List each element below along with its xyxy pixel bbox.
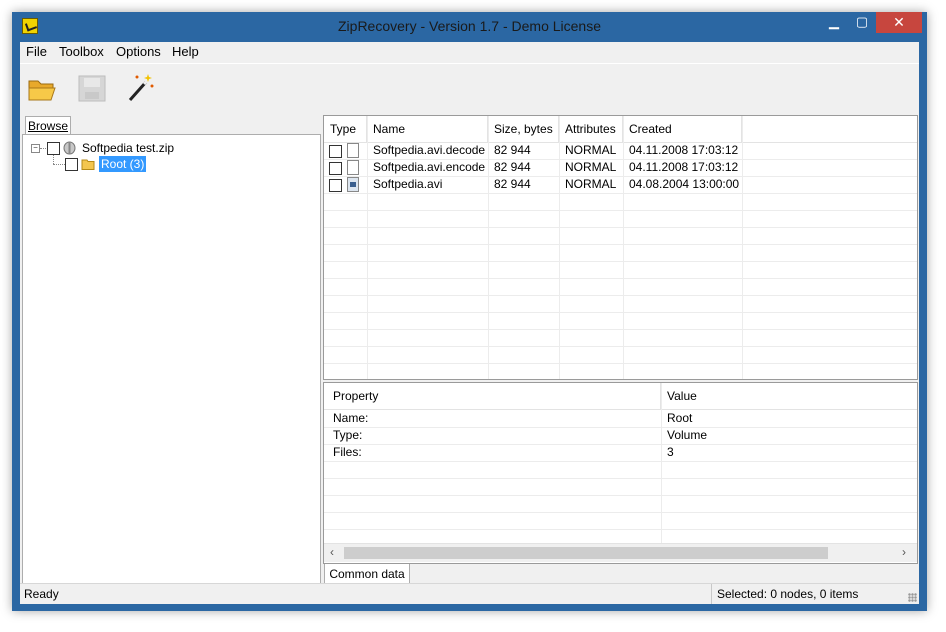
menu-options[interactable]: Options: [116, 44, 161, 59]
save-icon: [78, 75, 106, 102]
file-name: Softpedia.avi: [373, 177, 443, 191]
menu-toolbox[interactable]: Toolbox: [59, 44, 104, 59]
property-value: Root: [667, 411, 693, 425]
browse-pane: Browse − Softpedia test.zip Root (3): [22, 115, 321, 584]
empty-row: [324, 495, 917, 513]
file-attributes: NORMAL: [565, 160, 617, 174]
empty-row: [324, 329, 917, 347]
window-title: ZipRecovery - Version 1.7 - Demo License: [338, 18, 601, 34]
selection-status: Selected: 0 nodes, 0 items: [711, 584, 919, 604]
wizard-button[interactable]: [124, 72, 156, 104]
tab-browse[interactable]: Browse: [25, 116, 71, 135]
status-bar: Ready Selected: 0 nodes, 0 items: [20, 583, 919, 604]
empty-row: [324, 478, 917, 496]
row-checkbox[interactable]: [329, 179, 342, 192]
horizontal-scrollbar[interactable]: ‹ ›: [324, 543, 917, 562]
magic-wand-icon: [128, 74, 154, 101]
column-property[interactable]: Property: [327, 383, 661, 409]
app-window: ZipRecovery - Version 1.7 - Demo License…: [12, 12, 927, 611]
client-area: File Toolbox Options Help Browse − Softp…: [20, 42, 919, 604]
empty-row: [324, 312, 917, 330]
menu-bar: File Toolbox Options Help: [20, 42, 919, 62]
tree-connector: [53, 155, 54, 164]
file-created: 04.11.2008 17:03:12: [629, 143, 739, 157]
property-value: Volume: [667, 428, 708, 442]
empty-row: [324, 461, 917, 479]
file-attributes: NORMAL: [565, 177, 617, 191]
file-created: 04.11.2008 17:03:12: [629, 160, 739, 174]
row-checkbox[interactable]: [329, 145, 342, 158]
title-bar[interactable]: ZipRecovery - Version 1.7 - Demo License…: [12, 12, 927, 42]
toolbar: [20, 63, 919, 112]
open-button[interactable]: [26, 72, 58, 104]
file-row[interactable]: Softpedia.avi 82 944 NORMAL 04.08.2004 1…: [324, 176, 917, 194]
file-row[interactable]: Softpedia.avi.decode 82 944 NORMAL 04.11…: [324, 142, 917, 160]
property-name: Type:: [333, 428, 363, 442]
folder-icon: [81, 159, 95, 170]
file-list-header: Type Name Size, bytes Attributes Created: [324, 116, 917, 143]
content-pane: Type Name Size, bytes Attributes Created…: [323, 115, 918, 585]
empty-row: [324, 244, 917, 262]
video-file-icon: [347, 177, 359, 192]
minimize-button[interactable]: ▁: [820, 12, 848, 33]
file-name: Softpedia.avi.decode: [373, 143, 486, 157]
property-value: 3: [667, 445, 674, 459]
scroll-thumb[interactable]: [344, 547, 828, 559]
empty-row: [324, 512, 917, 530]
column-attributes[interactable]: Attributes: [559, 116, 623, 142]
column-created[interactable]: Created: [623, 116, 742, 142]
tree-connector: [40, 148, 46, 149]
scroll-right-arrow[interactable]: ›: [902, 545, 906, 559]
file-created: 04.08.2004 13:00:00: [629, 177, 740, 191]
menu-file[interactable]: File: [26, 44, 47, 59]
row-checkbox[interactable]: [329, 162, 342, 175]
empty-row: [324, 210, 917, 228]
property-row: Type: Volume: [324, 427, 917, 445]
open-folder-icon: [28, 80, 56, 101]
file-attributes: NORMAL: [565, 143, 617, 157]
tree-connector: [53, 164, 65, 165]
property-row: Name: Root: [324, 410, 917, 428]
tree-node-label: Root (3): [99, 156, 147, 172]
empty-row: [324, 363, 917, 379]
zip-archive-icon: [63, 141, 76, 155]
properties-header: Property Value: [324, 383, 917, 410]
file-size: 82 944: [494, 160, 531, 174]
tree-view[interactable]: − Softpedia test.zip Root (3): [22, 134, 321, 584]
empty-row: [324, 295, 917, 313]
node-checkbox[interactable]: [65, 158, 78, 171]
tree-node-label: Softpedia test.zip: [82, 141, 175, 155]
empty-row: [324, 278, 917, 296]
column-name[interactable]: Name: [367, 116, 488, 142]
property-name: Name:: [333, 411, 369, 425]
property-row: Files: 3: [324, 444, 917, 462]
file-row[interactable]: Softpedia.avi.encode 82 944 NORMAL 04.11…: [324, 159, 917, 177]
tab-common-data[interactable]: Common data: [324, 564, 410, 585]
maximize-button[interactable]: ▢: [848, 12, 876, 33]
file-list[interactable]: Type Name Size, bytes Attributes Created…: [323, 115, 918, 380]
node-checkbox[interactable]: [47, 142, 60, 155]
resize-grip[interactable]: [908, 593, 917, 602]
empty-row: [324, 227, 917, 245]
close-button[interactable]: ✕: [876, 12, 922, 33]
scroll-left-arrow[interactable]: ‹: [330, 545, 334, 559]
file-icon: [347, 160, 359, 175]
property-name: Files:: [333, 445, 362, 459]
file-size: 82 944: [494, 177, 531, 191]
empty-row: [324, 346, 917, 364]
empty-row: [324, 261, 917, 279]
empty-row: [324, 193, 917, 211]
properties-grid[interactable]: Property Value Name: Root Type: Volume F…: [323, 382, 918, 564]
column-value[interactable]: Value: [661, 383, 916, 409]
file-name: Softpedia.avi.encode: [373, 160, 486, 174]
save-button[interactable]: [76, 72, 108, 104]
file-size: 82 944: [494, 143, 531, 157]
file-icon: [347, 143, 359, 158]
collapse-toggle[interactable]: −: [31, 144, 40, 153]
menu-help[interactable]: Help: [172, 44, 199, 59]
column-type[interactable]: Type: [324, 116, 367, 142]
status-text: Ready: [24, 587, 59, 601]
column-size[interactable]: Size, bytes: [488, 116, 559, 142]
